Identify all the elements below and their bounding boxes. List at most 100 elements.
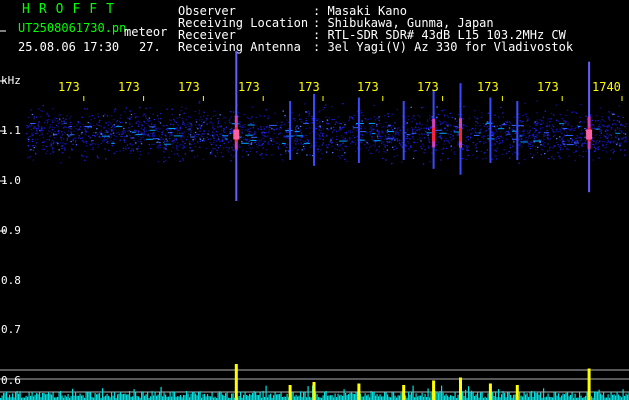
histogram-bar [451, 395, 453, 400]
histogram-peak [402, 385, 406, 400]
histogram-bar [217, 392, 219, 400]
histogram-bar [106, 393, 108, 400]
x-tick-label: 173 [357, 80, 379, 94]
histogram-bar [205, 396, 207, 400]
y-tick-label: 0.9 [1, 224, 21, 237]
histogram-bar [231, 393, 233, 400]
histogram-bar [88, 392, 90, 400]
histogram-bar [153, 395, 155, 400]
histogram-bar [225, 393, 227, 400]
histogram-bar [325, 391, 327, 400]
histogram-bar [381, 396, 383, 400]
mode-label: meteor [124, 25, 168, 39]
histogram-bar [277, 394, 279, 400]
histogram-bar [90, 392, 92, 400]
histogram-bar [147, 391, 149, 400]
histogram-bar [415, 393, 417, 400]
histogram-bar [519, 392, 521, 400]
histogram-bar [624, 395, 626, 400]
histogram-bar [220, 391, 222, 400]
histogram-bar [303, 391, 305, 400]
histogram-bar [270, 393, 272, 400]
histogram-bar [19, 391, 21, 400]
histogram-bar [126, 394, 128, 400]
histogram-bar [123, 393, 125, 400]
x-tick-label: 173 [537, 80, 559, 94]
histogram-bar [252, 393, 254, 400]
histogram-bar [441, 385, 443, 400]
histogram-bar [412, 385, 414, 400]
histogram-bar [538, 394, 540, 400]
histogram-bar [64, 395, 66, 400]
histogram-bar [70, 396, 72, 400]
hrofft-display: HROFFT UT2508061730.pn meteor 25.08.06 1… [0, 0, 629, 400]
event-count: 27. [139, 40, 161, 54]
y-axis-unit: kHz [1, 74, 21, 87]
histogram-bar [187, 393, 189, 400]
histogram-bar [133, 389, 135, 400]
histogram-bar [391, 392, 393, 400]
histogram-bar [58, 392, 60, 400]
histogram-bar [157, 394, 159, 400]
histogram-bar [12, 393, 14, 400]
histogram-bar [615, 395, 617, 400]
histogram-bar [256, 394, 258, 400]
histogram-bar [324, 391, 326, 400]
histogram-bar [523, 391, 525, 400]
histogram-bar [73, 395, 75, 400]
histogram-bar [475, 394, 477, 400]
histogram-bar [255, 391, 257, 400]
histogram-bar [492, 391, 494, 400]
histogram-bar [343, 389, 345, 400]
histogram-peak [357, 383, 361, 400]
histogram-bar [247, 395, 249, 400]
histogram-bar [169, 392, 171, 400]
histogram-bar [618, 394, 620, 400]
histogram-peak [312, 382, 316, 400]
histogram-bar [445, 393, 447, 400]
histogram-bar [417, 396, 419, 400]
y-tick-label: 0.6 [1, 374, 21, 387]
histogram-bar [340, 394, 342, 400]
histogram-bar [118, 393, 120, 400]
histogram-bar [265, 385, 267, 400]
histogram-bar [355, 391, 357, 400]
histogram-peak [234, 364, 238, 400]
histogram-bar [96, 394, 98, 400]
histogram-bar [498, 389, 500, 400]
histogram-bar [193, 392, 195, 400]
histogram-bar [144, 395, 146, 400]
histogram-bar [204, 393, 206, 400]
histogram-bar [372, 392, 374, 400]
histogram-bar [537, 392, 539, 400]
histogram-bar [328, 395, 330, 400]
histogram-bar [274, 392, 276, 400]
histogram-bar [571, 392, 573, 400]
histogram-bar [15, 392, 17, 400]
histogram-bar [510, 395, 512, 400]
histogram-bar [586, 392, 588, 400]
x-tick-label: 173 [238, 80, 260, 94]
histogram-bar [43, 393, 45, 400]
histogram-bar [601, 394, 603, 400]
histogram-bar [465, 389, 467, 400]
histogram-bar [283, 396, 285, 400]
histogram-bar [546, 396, 548, 400]
histogram-bar [418, 395, 420, 400]
histogram-bar [339, 395, 341, 400]
histogram-bar [121, 394, 123, 400]
histogram-bar [558, 393, 560, 400]
histogram-bar [67, 394, 69, 400]
histogram-bar [420, 395, 422, 400]
histogram-bar [97, 393, 99, 400]
histogram-bar [627, 394, 629, 400]
histogram-bar [223, 395, 225, 400]
histogram-bar [232, 393, 234, 400]
histogram-bar [18, 393, 20, 400]
histogram-bar [468, 386, 470, 400]
histogram-bar [249, 393, 251, 400]
x-tick-label: 173 [58, 80, 80, 94]
histogram-bar [202, 394, 204, 400]
histogram-bar [3, 392, 5, 400]
histogram-bar [580, 395, 582, 400]
